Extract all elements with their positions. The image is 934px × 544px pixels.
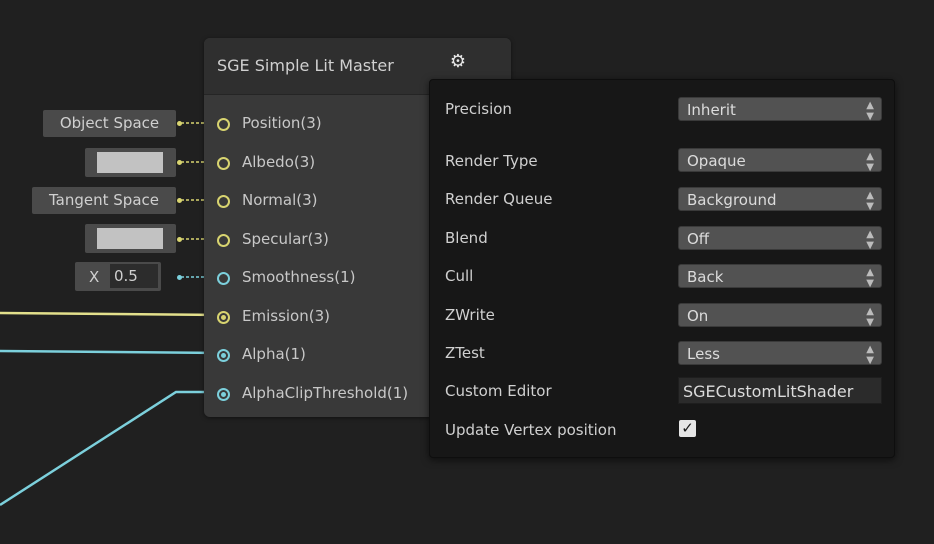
precision-label: Precision <box>445 100 512 118</box>
port-label: Alpha(1) <box>242 345 306 363</box>
port-albedo-slot[interactable] <box>217 157 230 170</box>
port-normal[interactable]: Normal(3) <box>204 187 434 217</box>
ztest-dropdown[interactable]: Less ▲ ▼ <box>678 341 882 366</box>
port-label: Normal(3) <box>242 191 318 209</box>
gear-icon[interactable]: ⚙ <box>449 53 467 71</box>
port-label: Emission(3) <box>242 307 330 325</box>
update-vertex-label: Update Vertex position <box>445 421 617 439</box>
port-alpha[interactable]: Alpha(1) <box>204 341 434 371</box>
blend-label: Blend <box>445 229 488 247</box>
zwrite-label: ZWrite <box>445 306 495 324</box>
port-label: Albedo(3) <box>242 153 316 171</box>
render-type-value: Opaque <box>687 152 746 170</box>
port-albedo[interactable]: Albedo(3) <box>204 149 434 179</box>
port-alpha-clip-threshold[interactable]: AlphaClipThreshold(1) <box>204 380 434 410</box>
precision-value: Inherit <box>687 101 736 119</box>
render-queue-label: Render Queue <box>445 190 553 208</box>
ztest-label: ZTest <box>445 344 485 362</box>
albedo-color-swatch <box>97 152 163 173</box>
update-vertex-checkbox[interactable]: ✓ <box>679 420 696 437</box>
render-queue-value: Background <box>687 191 777 209</box>
node-title: SGE Simple Lit Master <box>217 56 394 75</box>
port-specular-slot[interactable] <box>217 234 230 247</box>
smoothness-value-input[interactable]: 0.5 <box>110 264 158 288</box>
specular-color-swatch <box>97 228 163 249</box>
cull-dropdown[interactable]: Back ▲ ▼ <box>678 264 882 289</box>
albedo-connector <box>177 160 182 165</box>
normal-connector <box>177 198 182 203</box>
updown-arrows-icon: ▲ ▼ <box>866 306 874 328</box>
port-emission-slot[interactable] <box>217 311 230 324</box>
updown-arrows-icon: ▲ ▼ <box>866 344 874 366</box>
port-label: Specular(3) <box>242 230 329 248</box>
cull-value: Back <box>687 268 724 286</box>
port-label: Smoothness(1) <box>242 268 356 286</box>
emission-wire <box>0 311 225 317</box>
updown-arrows-icon: ▲ ▼ <box>866 100 874 122</box>
ztest-value: Less <box>687 345 720 363</box>
alpha-clip-wire <box>0 390 224 507</box>
port-alpha-clip-slot[interactable] <box>217 388 230 401</box>
updown-arrows-icon: ▲ ▼ <box>866 151 874 173</box>
precision-dropdown[interactable]: Inherit ▲ ▼ <box>678 97 882 122</box>
updown-arrows-icon: ▲ ▼ <box>866 229 874 251</box>
specular-color-field[interactable] <box>85 224 176 253</box>
position-space-dropdown[interactable]: Object Space <box>43 110 176 137</box>
port-position[interactable]: Position(3) <box>204 110 434 140</box>
graph-canvas[interactable]: Object Space Tangent Space X 0.5 SGE Sim… <box>0 0 934 544</box>
custom-editor-input[interactable]: SGECustomLitShader <box>678 377 882 404</box>
port-emission[interactable]: Emission(3) <box>204 303 434 333</box>
smoothness-field: X 0.5 <box>75 262 161 291</box>
blend-value: Off <box>687 230 710 248</box>
updown-arrows-icon: ▲ ▼ <box>866 267 874 289</box>
position-connector <box>177 121 182 126</box>
port-label: Position(3) <box>242 114 322 132</box>
render-type-dropdown[interactable]: Opaque ▲ ▼ <box>678 148 882 173</box>
albedo-color-field[interactable] <box>85 148 176 177</box>
smoothness-connector <box>177 275 182 280</box>
zwrite-dropdown[interactable]: On ▲ ▼ <box>678 303 882 328</box>
render-queue-dropdown[interactable]: Background ▲ ▼ <box>678 187 882 212</box>
port-normal-slot[interactable] <box>217 195 230 208</box>
port-smoothness[interactable]: Smoothness(1) <box>204 264 434 294</box>
port-label: AlphaClipThreshold(1) <box>242 384 409 402</box>
node-settings-popup: Precision Inherit ▲ ▼ Render Type Opaque … <box>429 79 895 458</box>
specular-connector <box>177 237 182 242</box>
custom-editor-label: Custom Editor <box>445 382 552 400</box>
port-smoothness-slot[interactable] <box>217 272 230 285</box>
updown-arrows-icon: ▲ ▼ <box>866 190 874 212</box>
blend-dropdown[interactable]: Off ▲ ▼ <box>678 226 882 251</box>
cull-label: Cull <box>445 267 474 285</box>
port-specular[interactable]: Specular(3) <box>204 226 434 256</box>
port-alpha-slot[interactable] <box>217 349 230 362</box>
render-type-label: Render Type <box>445 152 538 170</box>
smoothness-axis-label: X <box>89 268 100 286</box>
checkmark-icon: ✓ <box>681 419 694 437</box>
alpha-wire <box>0 349 225 355</box>
normal-space-dropdown[interactable]: Tangent Space <box>32 187 176 214</box>
zwrite-value: On <box>687 307 709 325</box>
port-position-slot[interactable] <box>217 118 230 131</box>
